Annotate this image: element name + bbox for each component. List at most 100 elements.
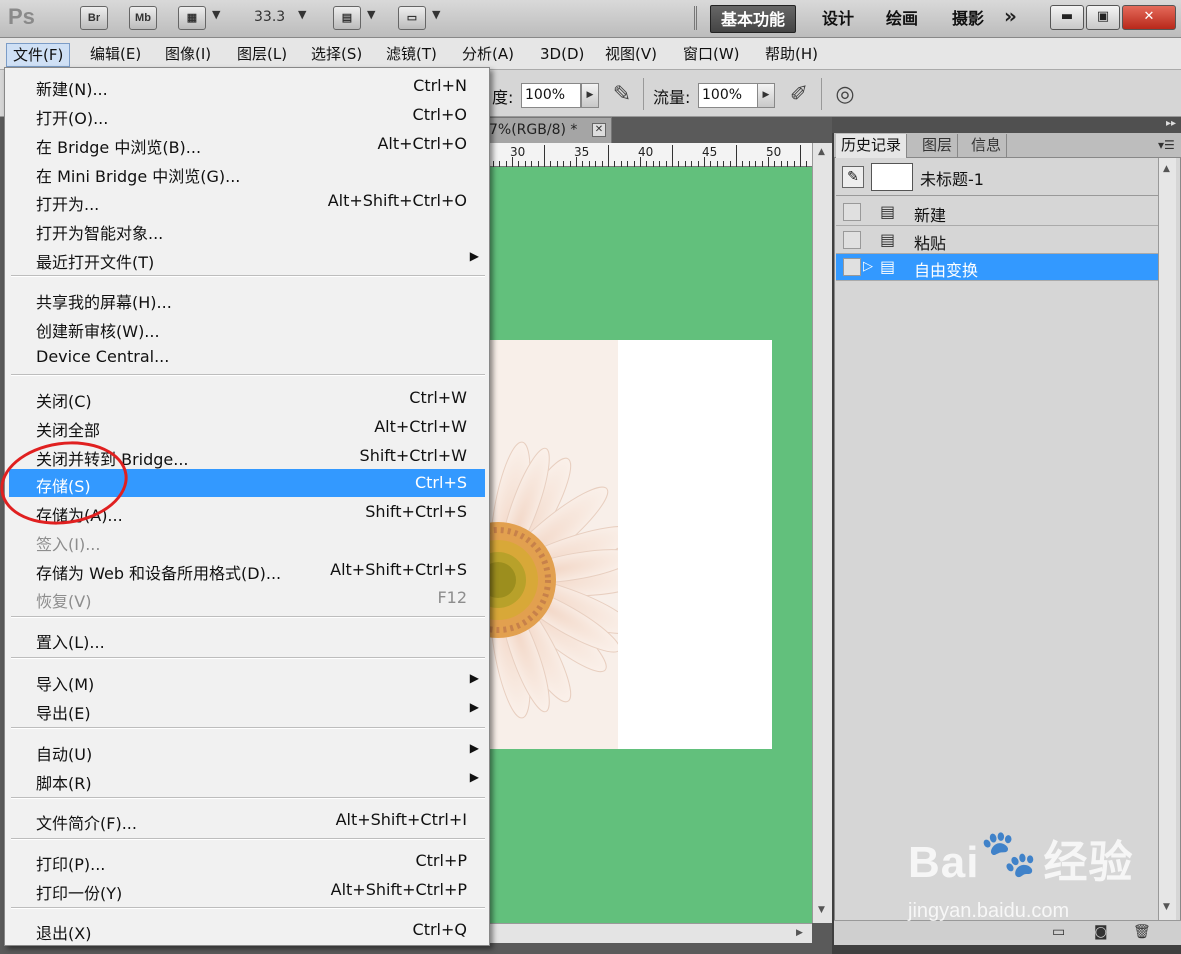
ruler-tick xyxy=(736,145,737,167)
history-state-paste[interactable]: ▤ 粘贴 xyxy=(836,227,1158,254)
history-state-free-transform[interactable]: ▷ ▤ 自由变换 xyxy=(836,254,1158,281)
history-brush-source-checkbox[interactable] xyxy=(843,258,861,276)
opacity-field[interactable]: 100% xyxy=(521,83,581,108)
mini-bridge-icon[interactable]: Mb xyxy=(129,6,157,30)
history-brush-source-checkbox[interactable] xyxy=(843,203,861,221)
menu-separator xyxy=(11,797,485,799)
menu-separator xyxy=(11,838,485,840)
menu-item-shortcut: Alt+Ctrl+W xyxy=(374,417,467,436)
menu-select[interactable]: 选择(S) xyxy=(305,43,368,67)
menu-item-share-screen[interactable]: 共享我的屏幕(H)... xyxy=(9,285,485,313)
ruler-tick xyxy=(800,145,801,167)
new-snapshot-icon[interactable]: ◙ xyxy=(1094,924,1108,940)
menu-file[interactable]: 文件(F) xyxy=(6,43,71,67)
menu-item-open[interactable]: 打开(O)... Ctrl+O xyxy=(9,101,485,129)
flow-dropdown-icon[interactable]: ▶ xyxy=(757,83,775,108)
arrange-documents-icon[interactable]: ▤ xyxy=(333,6,361,30)
menu-item-browse-bridge[interactable]: 在 Bridge 中浏览(B)... Alt+Ctrl+O xyxy=(9,130,485,158)
workspace-design-button[interactable]: 设计 xyxy=(812,5,864,33)
zoom-level[interactable]: 33.3 xyxy=(254,9,285,25)
menu-edit[interactable]: 编辑(E) xyxy=(84,43,147,67)
scroll-up-icon[interactable]: ▲ xyxy=(1163,164,1170,174)
scroll-right-icon[interactable]: ▶ xyxy=(796,928,803,938)
history-state-icon: ▤ xyxy=(880,257,896,276)
menu-item-label: 置入(L)... xyxy=(36,633,105,652)
view-extras-icon[interactable]: ▦ xyxy=(178,6,206,30)
menu-item-device-central[interactable]: Device Central... xyxy=(9,343,485,371)
menu-item-save-for-web[interactable]: 存储为 Web 和设备所用格式(D)... Alt+Shift+Ctrl+S xyxy=(9,556,485,584)
trash-icon[interactable]: 🗑 xyxy=(1133,924,1151,940)
menu-item-label: 签入(I)... xyxy=(36,535,101,554)
airbrush-icon[interactable]: ✐ xyxy=(785,81,813,109)
menu-item-shortcut: Alt+Shift+Ctrl+O xyxy=(327,191,467,210)
menu-3d[interactable]: 3D(D) xyxy=(534,43,590,67)
tab-layers[interactable]: 图层 xyxy=(917,134,959,158)
menu-item-file-info[interactable]: 文件简介(F)... Alt+Shift+Ctrl+I xyxy=(9,806,485,834)
history-state-new[interactable]: ▤ 新建 xyxy=(836,199,1158,226)
close-icon[interactable]: ✕ xyxy=(592,123,606,137)
panel-scrollbar[interactable]: ▲ ▼ xyxy=(1158,158,1176,920)
flow-field[interactable]: 100% xyxy=(698,83,758,108)
tab-history[interactable]: 历史记录 xyxy=(836,134,908,158)
collapse-panel-icon[interactable]: ▸▸ xyxy=(1166,118,1176,129)
menu-layer[interactable]: 图层(L) xyxy=(231,43,293,67)
maximize-button[interactable]: ▣ xyxy=(1086,5,1120,30)
chevron-down-icon[interactable]: ▼ xyxy=(367,8,375,21)
menu-item-close-all[interactable]: 关闭全部 Alt+Ctrl+W xyxy=(9,413,485,441)
close-button[interactable]: ✕ xyxy=(1122,5,1176,30)
horizontal-scrollbar[interactable]: ▶ xyxy=(480,923,812,943)
panel-menu-icon[interactable]: ▾☰ xyxy=(1158,138,1175,152)
menu-item-place[interactable]: 置入(L)... xyxy=(9,625,485,653)
menu-analysis[interactable]: 分析(A) xyxy=(456,43,520,67)
workspace-essentials-button[interactable]: 基本功能 xyxy=(710,5,797,33)
ruler-tick xyxy=(512,157,513,167)
menu-item-new[interactable]: 新建(N)... Ctrl+N xyxy=(9,72,485,100)
workspace-painting-button[interactable]: 绘画 xyxy=(876,5,928,33)
tablet-pressure-icon[interactable]: ◎ xyxy=(831,81,859,109)
scroll-down-icon[interactable]: ▼ xyxy=(1163,902,1170,912)
history-brush-source-checkbox[interactable] xyxy=(843,231,861,249)
menu-item-label: 脚本(R) xyxy=(36,774,92,793)
menu-help[interactable]: 帮助(H) xyxy=(759,43,824,67)
opacity-dropdown-icon[interactable]: ▶ xyxy=(581,83,599,108)
workspace-photography-button[interactable]: 摄影 xyxy=(942,5,994,33)
menu-item-label: 关闭(C) xyxy=(36,392,92,411)
scroll-down-icon[interactable]: ▼ xyxy=(818,905,825,915)
minimize-button[interactable]: ▬ xyxy=(1050,5,1084,30)
history-state-label: 粘贴 xyxy=(914,234,947,253)
menu-item-open-as[interactable]: 打开为... Alt+Shift+Ctrl+O xyxy=(9,187,485,215)
chevron-down-icon[interactable]: ▼ xyxy=(212,8,220,21)
menu-item-import[interactable]: 导入(M) ▶ xyxy=(9,667,485,695)
menu-item-browse-mini-bridge[interactable]: 在 Mini Bridge 中浏览(G)... xyxy=(9,159,485,187)
menu-item-shortcut: Shift+Ctrl+S xyxy=(365,502,467,521)
chevron-down-icon[interactable]: ▼ xyxy=(432,8,440,21)
more-workspaces-button[interactable]: » xyxy=(1004,4,1017,28)
menu-item-print[interactable]: 打印(P)... Ctrl+P xyxy=(9,847,485,875)
vertical-scrollbar[interactable]: ▲ ▼ xyxy=(812,143,832,923)
menu-filter[interactable]: 滤镜(T) xyxy=(380,43,443,67)
menu-item-label: 自动(U) xyxy=(36,745,93,764)
menu-item-open-as-smart-object[interactable]: 打开为智能对象... xyxy=(9,216,485,244)
menu-window[interactable]: 窗口(W) xyxy=(677,43,746,67)
menu-image[interactable]: 图像(I) xyxy=(159,43,217,67)
new-document-from-state-icon[interactable]: ▭ xyxy=(1052,924,1065,940)
menu-item-revert: 恢复(V) F12 xyxy=(9,584,485,612)
divider xyxy=(643,78,644,110)
scroll-up-icon[interactable]: ▲ xyxy=(818,147,825,157)
menu-item-scripts[interactable]: 脚本(R) ▶ xyxy=(9,766,485,794)
menu-item-export[interactable]: 导出(E) ▶ xyxy=(9,696,485,724)
history-brush-icon[interactable]: ✎ xyxy=(842,166,864,188)
menu-item-open-recent[interactable]: 最近打开文件(T) ▶ xyxy=(9,245,485,273)
airbrush-pressure-icon[interactable]: ✎ xyxy=(608,81,636,109)
menu-item-label: 打开为智能对象... xyxy=(36,224,164,243)
chevron-down-icon[interactable]: ▼ xyxy=(298,8,306,21)
tab-info[interactable]: 信息 xyxy=(966,134,1008,158)
menu-item-create-review[interactable]: 创建新审核(W)... xyxy=(9,314,485,342)
menu-item-exit[interactable]: 退出(X) Ctrl+Q xyxy=(9,916,485,944)
bridge-icon[interactable]: Br xyxy=(80,6,108,30)
menu-item-automate[interactable]: 自动(U) ▶ xyxy=(9,737,485,765)
screen-mode-icon[interactable]: ▭ xyxy=(398,6,426,30)
menu-view[interactable]: 视图(V) xyxy=(599,43,663,67)
menu-item-print-one-copy[interactable]: 打印一份(Y) Alt+Shift+Ctrl+P xyxy=(9,876,485,904)
menu-item-close[interactable]: 关闭(C) Ctrl+W xyxy=(9,384,485,412)
